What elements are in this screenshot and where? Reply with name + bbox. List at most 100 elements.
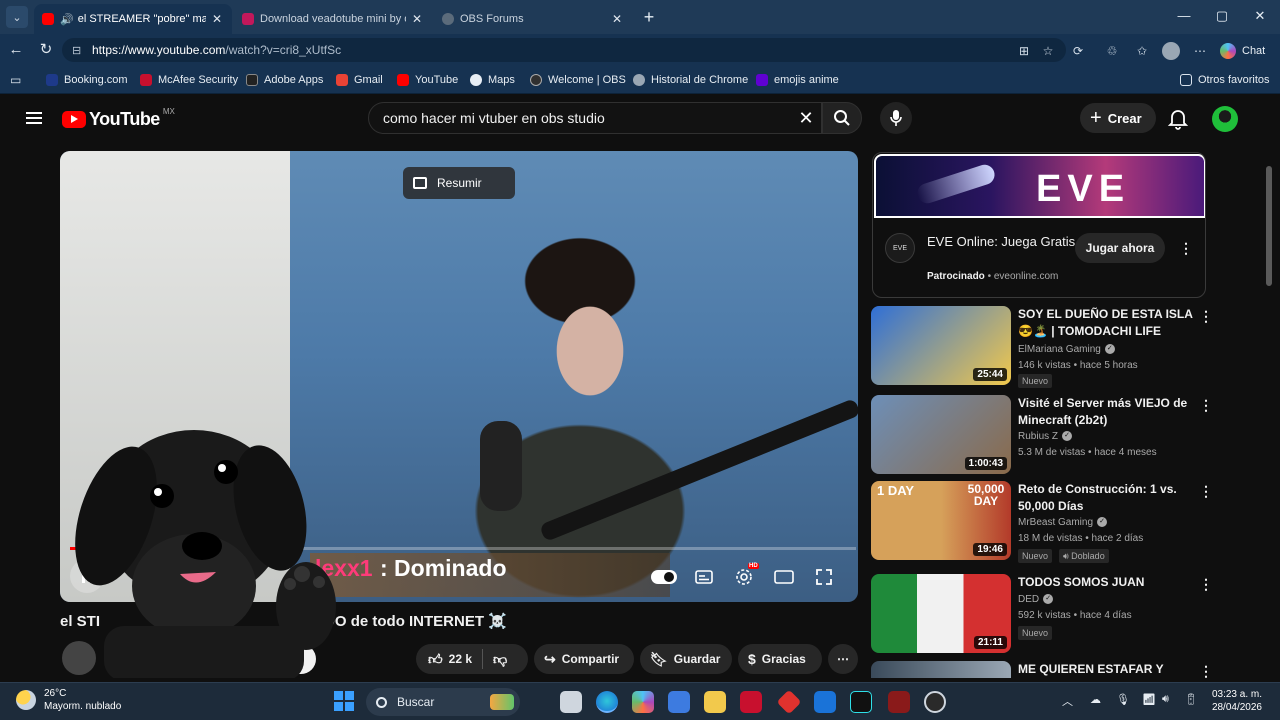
sponsored-ad-card[interactable]: EVE EVE EVE Online: Juega Gratis Patroci…	[872, 152, 1206, 298]
bookmark-emojis[interactable]: emojis anime	[756, 72, 839, 88]
app-available-icon[interactable]: ⊞	[1016, 43, 1032, 59]
video-title[interactable]: Reto de Construcción: 1 vs. 50,000 Días	[1018, 481, 1196, 515]
fullscreen-button[interactable]	[810, 563, 838, 591]
ad-title[interactable]: EVE Online: Juega Gratis	[927, 233, 1077, 251]
hamburger-menu-icon[interactable]	[26, 112, 42, 124]
extensions-icon[interactable]: ⟳	[1070, 43, 1086, 59]
recommended-video[interactable]: ME QUIEREN ESTAFAR Y ⋮	[871, 661, 1211, 678]
video-more-icon[interactable]: ⋮	[1199, 576, 1213, 592]
search-button[interactable]	[822, 102, 862, 134]
wifi-icon[interactable]: 📶︎	[1142, 693, 1156, 706]
bookmark-booking[interactable]: Booking.com	[46, 72, 128, 88]
tab-veadotube[interactable]: Download veadotube mini by olm ✕	[234, 4, 432, 34]
red-app-icon[interactable]	[776, 689, 802, 715]
onedrive-icon[interactable]: ☁	[1090, 693, 1101, 706]
recommended-video[interactable]: 25:44 SOY EL DUEÑO DE ESTA ISLA 😎🏝️ | TO…	[871, 306, 1213, 388]
game-app-icon[interactable]	[888, 691, 910, 713]
video-more-icon[interactable]: ⋮	[1199, 308, 1213, 324]
profile-avatar[interactable]	[1162, 42, 1180, 60]
site-info-icon[interactable]: ⊟	[72, 44, 84, 57]
bookmark-gmail[interactable]: Gmail	[336, 72, 383, 88]
mcafee-app-icon[interactable]	[740, 691, 762, 713]
back-button[interactable]: ←	[6, 41, 26, 59]
video-more-icon[interactable]: ⋮	[1199, 483, 1213, 499]
bookmark-maps[interactable]: Maps	[470, 72, 515, 88]
clear-search-icon[interactable]: ✕	[791, 108, 821, 129]
recommended-video[interactable]: 21:11 TODOS SOMOS JUAN DED ✓ 592 k vistas…	[871, 574, 1213, 656]
recommended-video[interactable]: 1 DAY 50,000 DAY 19:46 Reto de Construcc…	[871, 481, 1213, 563]
microphone-tray-icon[interactable]: 🎙︎	[1116, 693, 1130, 706]
file-explorer-icon[interactable]	[704, 691, 726, 713]
tab-obs-forums[interactable]: OBS Forums ✕	[434, 4, 632, 34]
bookmark-adobe[interactable]: Adobe Apps	[246, 72, 323, 88]
favorite-star-icon[interactable]: ☆	[1040, 43, 1056, 59]
share-button[interactable]: ↪ Compartir	[534, 644, 634, 674]
channel-name[interactable]: ElMariana Gaming ✓	[1018, 344, 1115, 355]
youtube-logo[interactable]: YouTube MX	[62, 107, 175, 130]
obs-app-icon[interactable]	[924, 691, 946, 713]
subtitles-button[interactable]	[690, 563, 718, 591]
bookmark-chrome-history[interactable]: Historial de Chrome	[633, 72, 748, 88]
speaker-icon[interactable]: 🔊	[60, 13, 74, 26]
video-more-icon[interactable]: ⋮	[1199, 397, 1213, 413]
channel-name[interactable]: DED ✓	[1018, 594, 1054, 605]
bookmark-mcafee[interactable]: McAfee Security	[140, 72, 238, 88]
minimize-button[interactable]: —	[1174, 8, 1194, 23]
volume-icon[interactable]: 🔊︎	[1162, 693, 1169, 706]
account-avatar[interactable]	[1212, 106, 1238, 132]
weather-widget[interactable]: 26°C Mayorm. nublado	[16, 687, 121, 713]
maximize-button[interactable]: ▢	[1212, 8, 1232, 24]
like-button[interactable]: 👍︎ 22 k	[428, 651, 472, 668]
video-thumbnail[interactable]: 25:44	[871, 306, 1011, 385]
store-app-icon[interactable]	[668, 691, 690, 713]
windows-start-button[interactable]	[334, 691, 354, 711]
video-thumbnail[interactable]: 21:11	[871, 574, 1011, 653]
voice-search-button[interactable]	[880, 102, 912, 134]
sidebar-toggle-icon[interactable]: ▭	[10, 73, 21, 87]
summarize-button[interactable]: Resumir	[403, 167, 515, 199]
video-thumbnail[interactable]: 1:00:43	[871, 395, 1011, 474]
video-title[interactable]: SOY EL DUEÑO DE ESTA ISLA 😎🏝️ | TOMODACH…	[1018, 306, 1196, 340]
other-favorites[interactable]: Otros favoritos	[1180, 72, 1270, 88]
taskbar-clock[interactable]: 03:23 a. m. 28/04/2026	[1210, 688, 1262, 714]
play-now-button[interactable]: Jugar ahora	[1075, 233, 1165, 263]
copilot-app-icon[interactable]	[632, 691, 654, 713]
tab-actions-menu[interactable]: ⌄	[6, 6, 28, 28]
search-input[interactable]: como hacer mi vtuber en obs studio ✕	[368, 102, 822, 134]
recommended-video[interactable]: 1:00:43 Visité el Server más VIEJO de Mi…	[871, 395, 1213, 477]
page-scrollbar[interactable]	[1264, 100, 1274, 676]
reload-button[interactable]: ↻	[36, 41, 56, 59]
video-title[interactable]: ME QUIEREN ESTAFAR Y	[1018, 661, 1196, 678]
battery-icon[interactable]: 🔋︎	[1184, 693, 1198, 706]
create-button[interactable]: + Crear	[1080, 103, 1156, 133]
theater-mode-button[interactable]	[770, 563, 798, 591]
taskbar-search[interactable]: Buscar	[366, 688, 520, 716]
show-hidden-icons[interactable]: ︿	[1062, 693, 1073, 709]
channel-name[interactable]: Rubius Z ✓	[1018, 431, 1073, 442]
video-title[interactable]: Visité el Server más VIEJO de Minecraft …	[1018, 395, 1196, 429]
video-thumbnail[interactable]: 1 DAY 50,000 DAY 19:46	[871, 481, 1011, 560]
edge-browser-icon[interactable]	[596, 691, 618, 713]
copilot-chat-button[interactable]: Chat	[1220, 41, 1265, 61]
close-tab-icon[interactable]: ✕	[610, 12, 624, 26]
notifications-bell-icon[interactable]	[1166, 106, 1190, 130]
close-window-button[interactable]: ✕	[1250, 8, 1270, 24]
scrollbar-thumb[interactable]	[1266, 166, 1272, 286]
autoplay-toggle[interactable]	[650, 563, 678, 591]
tab-youtube-video[interactable]: 🔊 el STREAMER "pobre" mas HA ✕	[34, 4, 232, 34]
dislike-button[interactable]: 👎︎	[493, 651, 513, 668]
browser-essentials-icon[interactable]: ♲	[1104, 43, 1120, 59]
ad-more-icon[interactable]: ⋮	[1179, 240, 1193, 256]
file-manager-app-icon[interactable]	[560, 691, 582, 713]
channel-name[interactable]: MrBeast Gaming ✓	[1018, 517, 1108, 528]
bookmark-obs[interactable]: Welcome | OBS	[530, 72, 626, 88]
video-more-icon[interactable]: ⋮	[1199, 663, 1211, 678]
more-actions-button[interactable]: ⋯	[828, 644, 858, 674]
video-thumbnail[interactable]	[871, 661, 1011, 678]
more-options-icon[interactable]: ⋯	[1192, 43, 1208, 59]
video-title[interactable]: TODOS SOMOS JUAN	[1018, 574, 1196, 591]
close-tab-icon[interactable]: ✕	[210, 12, 224, 26]
favorites-icon[interactable]: ✩	[1134, 43, 1150, 59]
ad-banner[interactable]: EVE	[874, 154, 1205, 218]
bookmark-youtube[interactable]: YouTube	[397, 72, 458, 88]
